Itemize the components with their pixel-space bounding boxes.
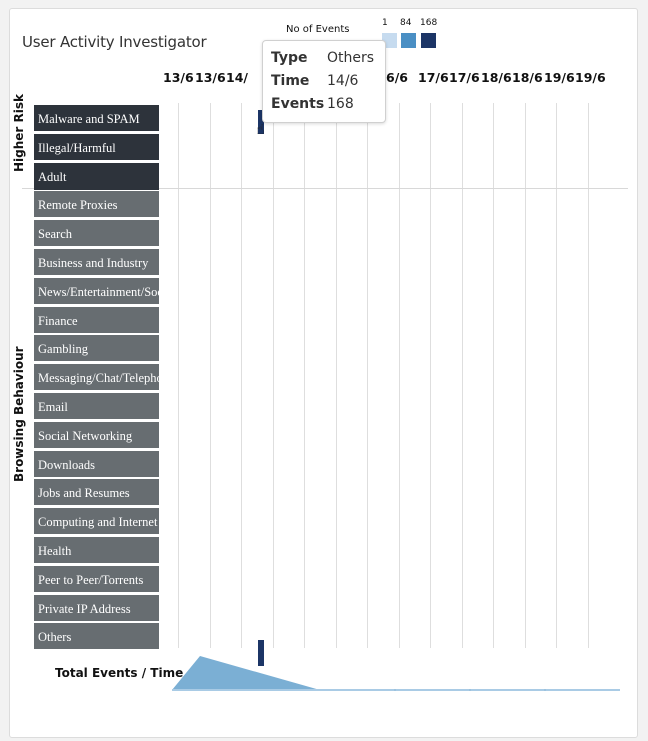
tooltip-events-key: Events xyxy=(271,96,325,112)
tooltip-type-value: Others xyxy=(327,50,375,66)
tooltip-time-key: Time xyxy=(271,73,310,89)
total-events-area xyxy=(172,656,620,690)
tooltip: Type Others Time 14/6 Events 168 xyxy=(262,40,386,123)
tooltip-events-value: 168 xyxy=(327,96,354,112)
tooltip-type-key: Type xyxy=(271,50,308,66)
hand-pointer-cursor-icon: ☝ xyxy=(256,122,265,138)
tooltip-time-value: 14/6 xyxy=(327,73,359,89)
